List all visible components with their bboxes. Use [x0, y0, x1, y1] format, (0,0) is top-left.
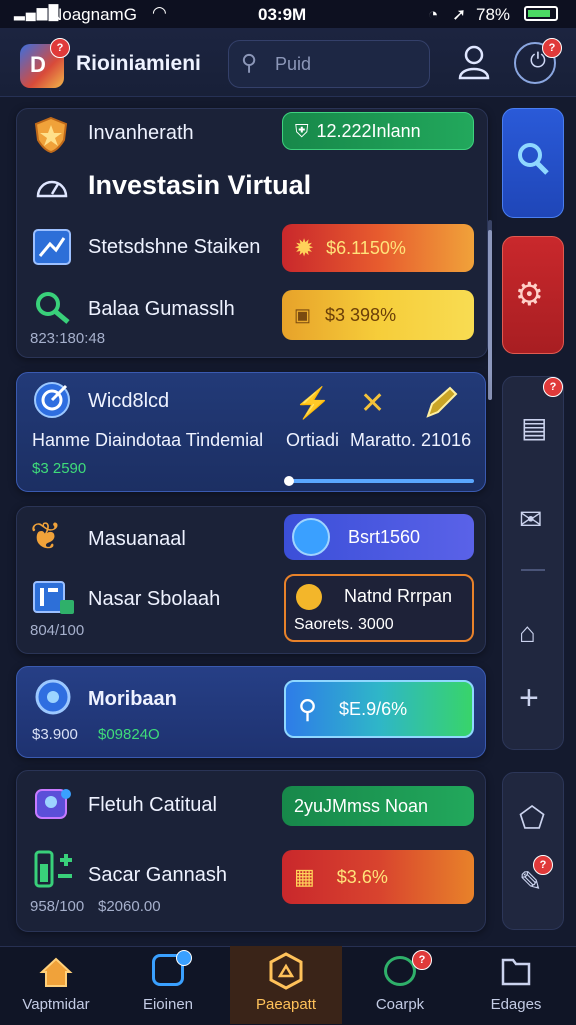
value-pill-yellow[interactable]: ▣ $3 398% — [282, 290, 474, 340]
row-label: Masuanaal — [88, 528, 186, 550]
card-value: $3 2590 — [32, 460, 87, 477]
clock: 03:9M — [258, 5, 307, 24]
value-pill-blue[interactable]: Bsrt1560 — [284, 514, 474, 560]
box-title: Natnd Rrrpan — [344, 586, 453, 606]
profile-icon[interactable] — [456, 42, 492, 82]
battery-icon — [524, 6, 558, 21]
info-box[interactable]: Natnd Rrrpan Saorets. 3000 — [284, 574, 474, 642]
side-rail-lower: ⬠ ✎ ? — [502, 772, 564, 930]
date-label: Maratto. 21016 — [350, 430, 472, 450]
nav-item-portfolio[interactable]: Eioinen — [112, 946, 224, 1024]
document-calculator-icon — [32, 578, 76, 616]
search-zoom-icon: ⚲ — [298, 693, 318, 724]
divider — [521, 569, 545, 571]
mail-icon[interactable]: ✉ — [519, 503, 542, 536]
sun-gear-icon: ✹ — [294, 234, 315, 262]
value-pill-red[interactable]: ▦ $3.6% — [282, 850, 474, 904]
footnote: 823:180:48 — [30, 330, 106, 347]
chart-icon — [32, 228, 72, 266]
calculator-icon: ▦ — [294, 864, 315, 889]
rail-settings-button[interactable]: ⚙ — [502, 236, 564, 354]
wallet-icon: ▣ — [294, 304, 312, 325]
value-pill-green[interactable]: 2yuJMmss Noan — [282, 786, 474, 826]
section-heading: Investasin Virtual — [88, 170, 312, 200]
search-icon — [515, 139, 551, 179]
notification-badge: ? — [412, 950, 432, 970]
magnifier-icon — [34, 290, 72, 326]
row-label: Nasar Sbolaah — [88, 588, 221, 610]
status-bar: ▂▄▆█ NoagnamG ◠ 03:9M ◔ ➚ 78% — [0, 0, 576, 28]
coin-icon — [296, 584, 322, 610]
brain-chip-icon — [32, 676, 74, 718]
footnote: 958/100 — [30, 898, 85, 915]
card-title: Wicd8lcd — [88, 390, 170, 412]
value-pill-green[interactable]: ⛨ 12.222Inlann — [282, 112, 474, 150]
shield-check-icon: ⛨ — [295, 120, 309, 141]
app-title: Rioiniamieni — [76, 52, 201, 75]
pencil-icon[interactable] — [424, 384, 458, 420]
lightning-icon[interactable]: ⚡ — [294, 386, 331, 420]
home-icon — [38, 954, 74, 990]
wifi-icon: ◠ — [152, 3, 167, 22]
app-logo[interactable]: D ? — [20, 38, 70, 88]
search-icon: ⚲ — [241, 50, 258, 75]
card-value-change: $09824O — [98, 726, 160, 743]
location-icon: ➚ — [452, 5, 467, 24]
value-pill-red[interactable]: ✹ $6.1150% — [282, 224, 474, 272]
card-subtitle: Hanme Diaindotaa Tindemial — [32, 430, 264, 450]
row-label: Invanherath — [88, 122, 194, 144]
nav-label: Coarpk — [375, 996, 425, 1013]
battery-percent: 78% — [476, 5, 511, 24]
alarm-icon: ◔ — [428, 5, 439, 24]
row-label: Balaa Gumasslh — [88, 298, 235, 320]
row-label: Stetsdshne Staiken — [88, 236, 261, 258]
nav-item-active[interactable]: Paeapatt — [230, 946, 342, 1024]
notification-badge: ? — [533, 855, 553, 875]
carrier-label: NoagnamG — [50, 5, 137, 24]
footnote-amount: $2060.00 — [98, 898, 161, 915]
nav-label: Edages — [490, 996, 542, 1013]
shield-icon — [32, 116, 70, 154]
notification-badge: ? — [542, 38, 562, 58]
cross-tools-icon[interactable]: ✕ — [360, 386, 394, 420]
box-subtitle: Saorets. 3000 — [294, 616, 394, 633]
speedometer-icon — [34, 172, 70, 202]
hexagon-icon — [268, 952, 304, 990]
target-icon — [32, 380, 72, 420]
notification-badge: ? — [543, 377, 563, 397]
progress-bar — [284, 476, 474, 486]
tag-label: Ortiadi — [286, 430, 340, 450]
shape-icon[interactable]: ⬠ — [519, 801, 545, 836]
badge-icon — [32, 784, 74, 826]
notification-badge: ? — [50, 38, 70, 58]
value-pill-gradient[interactable]: ⚲ $E.9/6% — [284, 680, 474, 738]
notification-dot — [176, 950, 192, 966]
gear-icon: ⚙ — [515, 276, 544, 312]
search-placeholder: Puid — [275, 54, 312, 74]
search-input[interactable]: ⚲ Puid — [228, 40, 430, 88]
footnote: 804/100 — [30, 622, 85, 639]
nav-label: Vaptmidar — [22, 996, 90, 1013]
nav-label: Eioinen — [142, 996, 194, 1013]
nav-item-folder[interactable]: Edages — [460, 946, 572, 1024]
nav-item-home[interactable]: Vaptmidar — [0, 946, 112, 1024]
row-label: Sacar Gannash — [88, 864, 227, 886]
card-value: $3.900 — [32, 726, 78, 743]
folder-icon — [500, 954, 532, 988]
nav-label: Paeapatt — [255, 996, 317, 1013]
rail-search-button[interactable] — [502, 108, 564, 218]
side-rail: ? ▤ ✉ ⌂ + — [502, 376, 564, 750]
inbox-check-icon[interactable]: ⌂ — [519, 617, 536, 649]
settings-power-icon[interactable]: ⏻ ? — [514, 38, 562, 84]
scrollbar[interactable] — [488, 220, 492, 400]
calendar-icon[interactable]: ▤ — [521, 411, 547, 444]
globe-icon — [292, 518, 330, 556]
nav-item-chat[interactable]: ? Coarpk — [344, 946, 456, 1024]
row-label: Fletuh Catitual — [88, 794, 217, 816]
card-title: Moribaan — [88, 688, 177, 710]
add-icon[interactable]: + — [519, 679, 539, 718]
battery-growth-icon — [32, 846, 76, 890]
leaf-icon: ❦ — [30, 516, 62, 558]
